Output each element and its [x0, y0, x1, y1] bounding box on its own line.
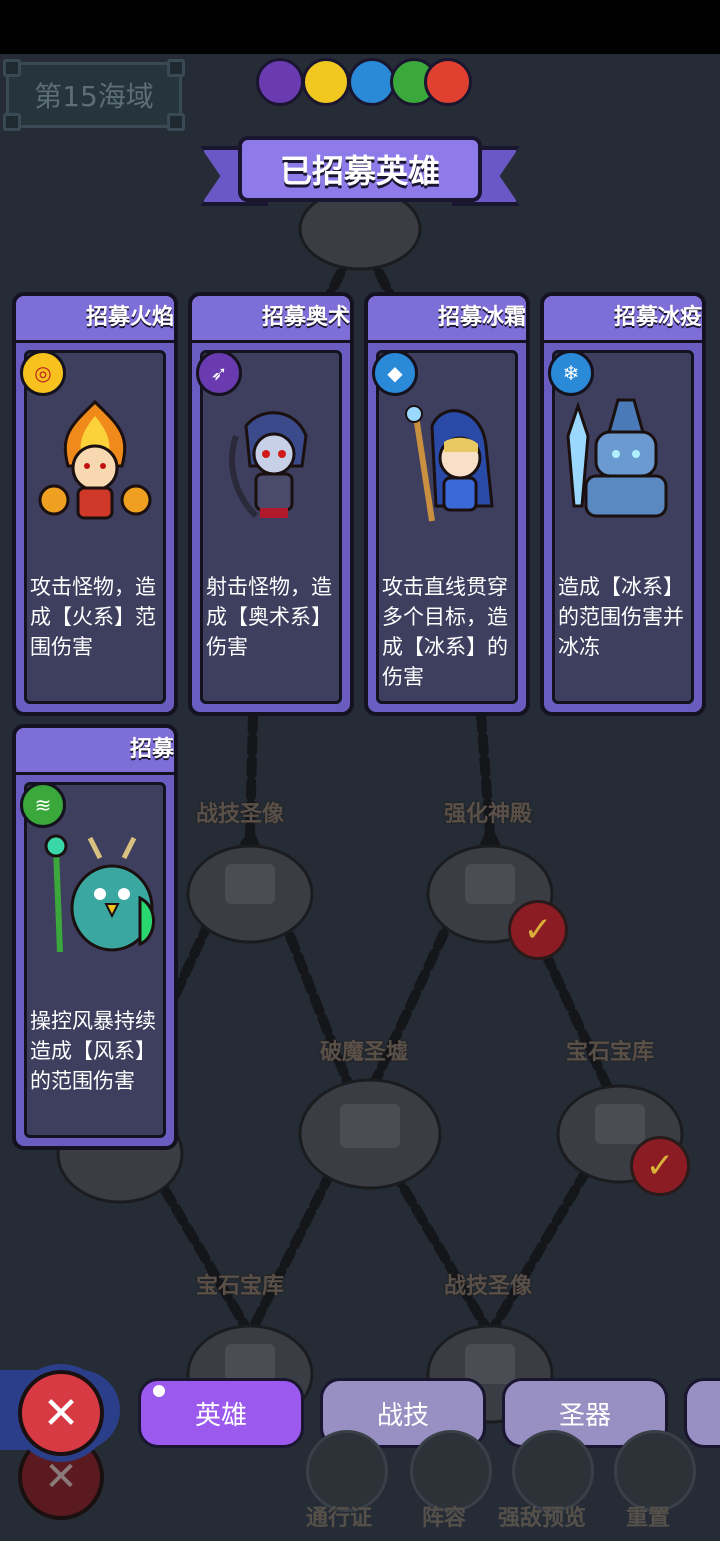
arcane-archer-hero-portrait [229, 411, 308, 519]
area-badge: 第15海域 [3, 59, 185, 131]
check-icon: ✓ [630, 1136, 690, 1196]
check-icon: ✓ [508, 900, 568, 960]
card-description: 攻击怪物，造成【火系】范围伤害 [30, 575, 156, 659]
card-title: 招募冰霜 [368, 296, 526, 343]
badge-corner [3, 113, 21, 131]
card-description: 射击怪物，造成【奥术系】伤害 [206, 575, 332, 659]
footer-label-enemy-preview[interactable]: 强敌预览 [498, 1500, 586, 1532]
hero-card[interactable]: 招募奥术 ➶ 射击怪物，造成【奥术系】伤害 [188, 292, 354, 716]
card-description: 操控风暴持续造成【风系】的范围伤害 [30, 1009, 156, 1093]
badge-corner [3, 59, 21, 77]
card-description: 攻击直线贯穿多个目标，造成【冰系】的伤害 [382, 575, 508, 689]
notification-dot [153, 1385, 165, 1397]
footer-label-lineup[interactable]: 阵容 [422, 1500, 466, 1532]
ice-mage-hero-portrait [405, 405, 494, 522]
footer-label-pass[interactable]: 通行证 [306, 1500, 372, 1532]
close-button[interactable]: ✕ [18, 1370, 104, 1456]
map-node-label[interactable]: 强化神殿 [444, 796, 532, 828]
status-bar [0, 0, 720, 54]
card-title: 招募火焰 [16, 296, 174, 343]
hero-card[interactable]: 招募火焰 ◎ 攻击怪物，造成【火系】范围伤害 [12, 292, 178, 716]
tab-label: 战技 [376, 1400, 429, 1431]
ice-plague-element-icon: ❄ [548, 350, 594, 396]
card-description: 造成【冰系】的范围伤害并冰冻 [558, 575, 684, 659]
ice-knight-hero-portrait [566, 398, 668, 518]
tab-label: 英雄 [194, 1400, 247, 1431]
hero-card[interactable]: 招募冰霜 ◆ 攻击直线贯穿多个目标，造成【冰系】的伤害 [364, 292, 530, 716]
area-badge-label: 第15海域 [34, 80, 154, 113]
hero-card[interactable]: 招募 ≋ 操控风暴持续造成【风系】的范围伤害 [12, 724, 178, 1150]
map-node-label[interactable]: 战技圣像 [196, 796, 284, 828]
card-title: 招募奥术 [192, 296, 350, 343]
fire-element-icon: ◎ [20, 350, 66, 396]
ice-element-icon: ◆ [372, 350, 418, 396]
tab-heroes[interactable]: 英雄 [138, 1378, 304, 1448]
fire-hero-portrait [38, 399, 152, 520]
title-ribbon: 已招募英雄 [200, 92, 520, 222]
badge-corner [167, 113, 185, 131]
map-node-label[interactable]: 战技圣像 [444, 1268, 532, 1300]
card-title: 招募冰疫 [544, 296, 702, 343]
tab-label: 圣器 [558, 1400, 611, 1431]
footer-label-reset[interactable]: 重置 [626, 1500, 670, 1532]
tab-more[interactable] [684, 1378, 720, 1448]
panel-title: 已招募英雄 [238, 136, 482, 202]
map-node-label[interactable]: 破魔圣墟 [320, 1034, 408, 1066]
hero-card[interactable]: 招募冰疫 ❄ 造成【冰系】的范围伤害并冰冻 [540, 292, 706, 716]
map-node-label[interactable]: 宝石宝库 [196, 1268, 284, 1300]
wind-bird-hero-portrait [44, 834, 155, 953]
wind-element-icon: ≋ [20, 782, 66, 828]
arcane-element-icon: ➶ [196, 350, 242, 396]
badge-corner [167, 59, 185, 77]
map-node-label[interactable]: 宝石宝库 [566, 1034, 654, 1066]
card-title: 招募 [16, 728, 174, 775]
